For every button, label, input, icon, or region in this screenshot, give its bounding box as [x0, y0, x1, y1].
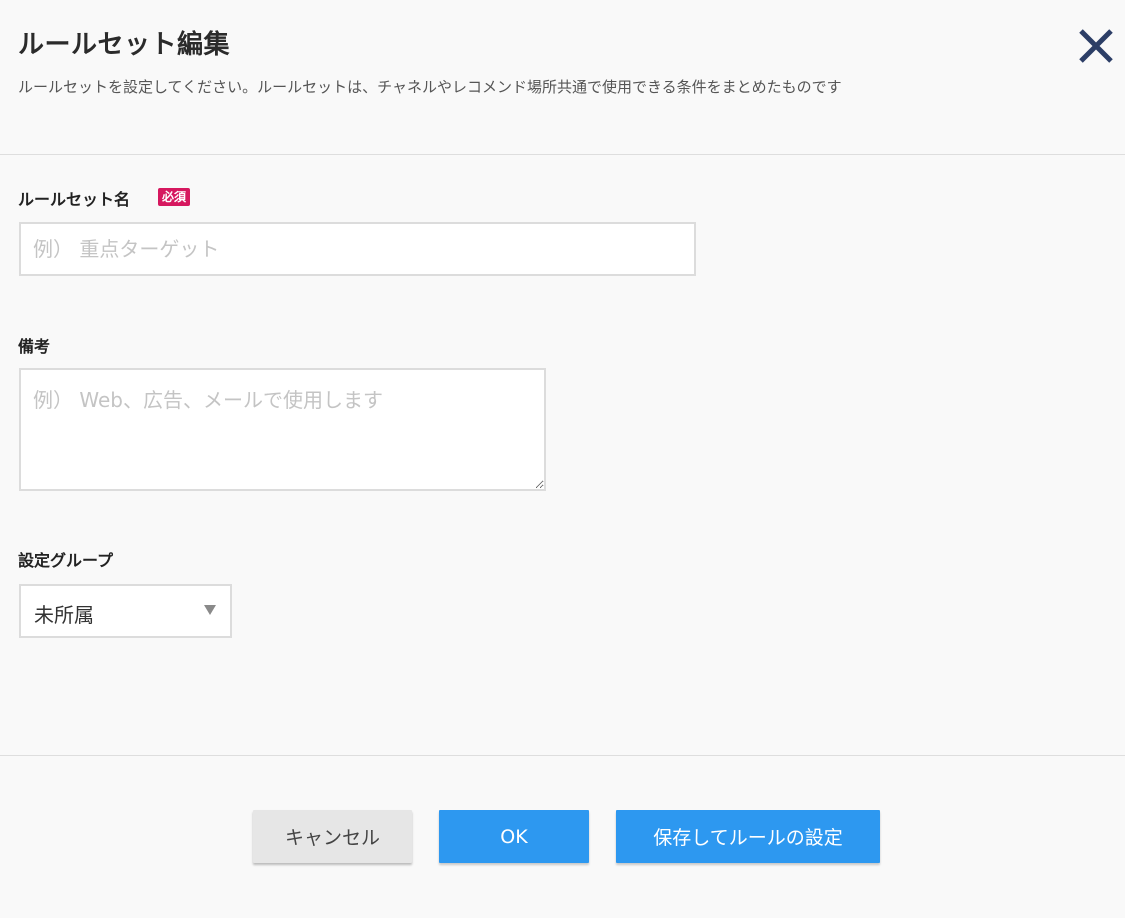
- close-button[interactable]: [1077, 27, 1115, 65]
- group-select[interactable]: 未所属: [19, 584, 232, 638]
- group-label: 設定グループ: [18, 551, 114, 570]
- dialog-subtitle: ルールセットを設定してください。ルールセットは、チャネルやレコメンド場所共通で使…: [18, 78, 842, 96]
- required-badge: 必須: [158, 188, 191, 206]
- dialog-header: ルールセット編集 ルールセットを設定してください。ルールセットは、チャネルやレコ…: [0, 0, 1125, 155]
- footer-divider: [0, 755, 1125, 756]
- save-and-configure-rules-button[interactable]: 保存してルールの設定: [616, 810, 880, 863]
- chevron-down-icon: [204, 605, 216, 615]
- notes-textarea[interactable]: [19, 368, 546, 491]
- ok-button[interactable]: OK: [439, 810, 589, 863]
- dialog-title: ルールセット編集: [18, 30, 231, 60]
- ruleset-edit-dialog: ルールセット編集 ルールセットを設定してください。ルールセットは、チャネルやレコ…: [0, 0, 1125, 918]
- ruleset-name-label: ルールセット名: [18, 190, 131, 209]
- cancel-button[interactable]: キャンセル: [253, 810, 412, 863]
- close-icon: [1079, 29, 1113, 63]
- ruleset-name-input[interactable]: [19, 222, 696, 276]
- group-select-value: 未所属: [34, 603, 94, 627]
- notes-label: 備考: [18, 337, 51, 356]
